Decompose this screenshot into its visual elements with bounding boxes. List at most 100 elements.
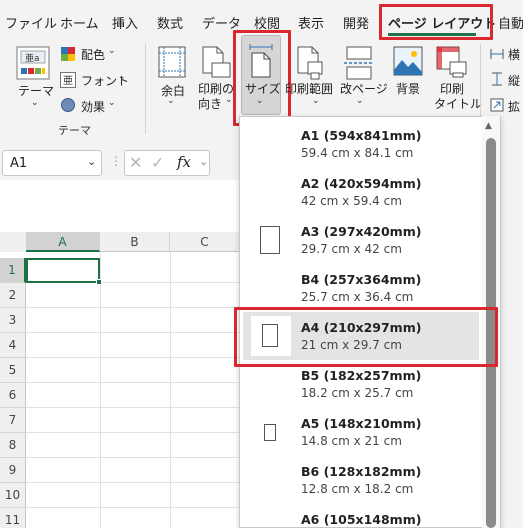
- size-option-dimensions: 14.8 cm x 21 cm: [301, 434, 402, 448]
- excel-window: { "tabs": ["ファイル", "ホーム", "挿入", "数式", "デ…: [0, 0, 523, 528]
- size-option-title: B5 (182x257mm): [301, 368, 422, 383]
- print-area-button[interactable]: 印刷範囲: [285, 80, 333, 97]
- scale-label[interactable]: 拡: [508, 98, 520, 115]
- size-option-title: A5 (148x210mm): [301, 416, 422, 431]
- row-header-3[interactable]: 3: [0, 308, 26, 333]
- breaks-icon: [344, 46, 374, 83]
- gridline: [26, 357, 240, 358]
- background-icon: [393, 46, 423, 79]
- active-cell-a1[interactable]: [26, 258, 102, 285]
- fill-handle[interactable]: [96, 279, 102, 285]
- ribbon-separator: [145, 44, 146, 134]
- size-option-b6[interactable]: B6 (128x182mm) 12.8 cm x 18.2 cm: [243, 456, 479, 504]
- chevron-down-icon: ⌄: [225, 95, 233, 105]
- row-header-4[interactable]: 4: [0, 333, 26, 358]
- row-header-6[interactable]: 6: [0, 383, 26, 408]
- gridline: [26, 307, 240, 308]
- effects-icon: [60, 97, 76, 116]
- name-box[interactable]: A1 ⌄: [2, 150, 102, 176]
- size-option-title: A6 (105x148mm): [301, 512, 422, 527]
- size-option-dimensions: 59.4 cm x 84.1 cm: [301, 146, 414, 160]
- paper-icon: [264, 424, 276, 441]
- orientation-button-label-2[interactable]: 向き: [198, 95, 222, 112]
- row-header-9[interactable]: 9: [0, 458, 26, 483]
- svg-text:亜: 亜: [63, 76, 73, 87]
- gridline: [26, 332, 240, 333]
- chevron-down-icon: ⌄: [108, 98, 116, 108]
- cancel-icon[interactable]: ✕: [129, 153, 142, 172]
- width-label[interactable]: 横: [508, 46, 520, 63]
- size-option-dimensions: 25.7 cm x 36.4 cm: [301, 290, 414, 304]
- width-icon: [490, 47, 504, 64]
- breaks-button[interactable]: 改ページ: [340, 80, 388, 97]
- margins-icon: [158, 46, 186, 81]
- highlight-size-button: [233, 30, 291, 126]
- row-header-7[interactable]: 7: [0, 408, 26, 433]
- row-header-11[interactable]: 11: [0, 508, 26, 528]
- name-box-value: A1: [10, 156, 28, 171]
- size-option-title: B6 (128x182mm): [301, 464, 422, 479]
- chevron-down-icon: ⌄: [199, 155, 209, 168]
- worksheet[interactable]: A B C 1 2 3 4 5 6 7 8 9 10 11: [0, 180, 240, 528]
- chevron-down-icon: ⌄: [118, 72, 126, 82]
- gridline: [170, 252, 171, 528]
- tab-formulas[interactable]: 数式: [157, 13, 183, 32]
- svg-text:亜a: 亜a: [25, 53, 40, 64]
- chevron-down-icon: ⌄: [87, 155, 97, 168]
- background-button[interactable]: 背景: [396, 80, 420, 97]
- tab-insert[interactable]: 挿入: [112, 13, 138, 32]
- row-header-10[interactable]: 10: [0, 483, 26, 508]
- size-option-b5[interactable]: B5 (182x257mm) 18.2 cm x 25.7 cm: [243, 360, 479, 408]
- enter-icon[interactable]: ✓: [151, 153, 164, 172]
- column-header-a[interactable]: A: [26, 232, 100, 252]
- scale-icon: [490, 98, 504, 115]
- size-option-title: A3 (297x420mm): [301, 224, 422, 239]
- scroll-up-arrow-icon[interactable]: ▲: [485, 121, 492, 131]
- theme-icon: 亜a: [16, 46, 50, 83]
- size-option-b4[interactable]: B4 (257x364mm) 25.7 cm x 36.4 cm: [243, 264, 479, 312]
- column-header-c[interactable]: C: [170, 232, 240, 252]
- gridline: [26, 507, 240, 508]
- colors-button[interactable]: 配色: [81, 46, 105, 63]
- group-label-theme: テーマ: [58, 124, 91, 137]
- gridline: [26, 482, 240, 483]
- chevron-down-icon: ⌄: [167, 96, 175, 106]
- paper-icon: [260, 226, 280, 254]
- gridline: [26, 457, 240, 458]
- size-option-a6[interactable]: A6 (105x148mm): [243, 504, 479, 528]
- colors-icon: [60, 46, 76, 65]
- fonts-icon: 亜: [60, 72, 76, 91]
- size-option-a5[interactable]: A5 (148x210mm) 14.8 cm x 21 cm: [243, 408, 479, 456]
- tab-view[interactable]: 表示: [298, 13, 324, 32]
- effects-button[interactable]: 効果: [81, 98, 105, 115]
- print-titles-icon: [436, 46, 468, 81]
- print-area-icon: [296, 46, 324, 83]
- size-option-title: B4 (257x364mm): [301, 272, 422, 287]
- size-option-dimensions: 18.2 cm x 25.7 cm: [301, 386, 414, 400]
- size-option-a1[interactable]: A1 (594x841mm) 59.4 cm x 84.1 cm: [243, 120, 479, 168]
- size-option-dimensions: 29.7 cm x 42 cm: [301, 242, 402, 256]
- tab-file[interactable]: ファイル: [5, 13, 57, 32]
- chevron-down-icon: ⌄: [312, 96, 320, 106]
- height-label[interactable]: 縦: [508, 72, 520, 89]
- row-header-2[interactable]: 2: [0, 283, 26, 308]
- formula-buttons: ✕ ✓ fx ⌄: [124, 150, 210, 176]
- size-option-a3[interactable]: A3 (297x420mm) 29.7 cm x 42 cm: [243, 216, 479, 264]
- row-header-1[interactable]: 1: [0, 258, 26, 283]
- select-all-corner[interactable]: [0, 232, 26, 252]
- tab-automate[interactable]: 自動: [498, 13, 523, 32]
- insert-function-button[interactable]: fx: [177, 153, 191, 171]
- highlight-a4-option: [234, 307, 498, 367]
- column-header-b[interactable]: B: [100, 232, 170, 252]
- chevron-down-icon: ⌄: [356, 96, 364, 106]
- theme-button-label[interactable]: テーマ: [18, 82, 54, 99]
- tab-developer[interactable]: 開発: [343, 13, 369, 32]
- row-header-5[interactable]: 5: [0, 358, 26, 383]
- tab-home[interactable]: ホーム: [60, 13, 99, 32]
- row-header-8[interactable]: 8: [0, 433, 26, 458]
- size-option-title: A2 (420x594mm): [301, 176, 422, 191]
- highlight-page-layout-tab: [379, 4, 493, 40]
- orientation-icon: [200, 46, 232, 83]
- print-titles-button-2[interactable]: タイトル: [434, 95, 482, 112]
- size-option-a2[interactable]: A2 (420x594mm) 42 cm x 59.4 cm: [243, 168, 479, 216]
